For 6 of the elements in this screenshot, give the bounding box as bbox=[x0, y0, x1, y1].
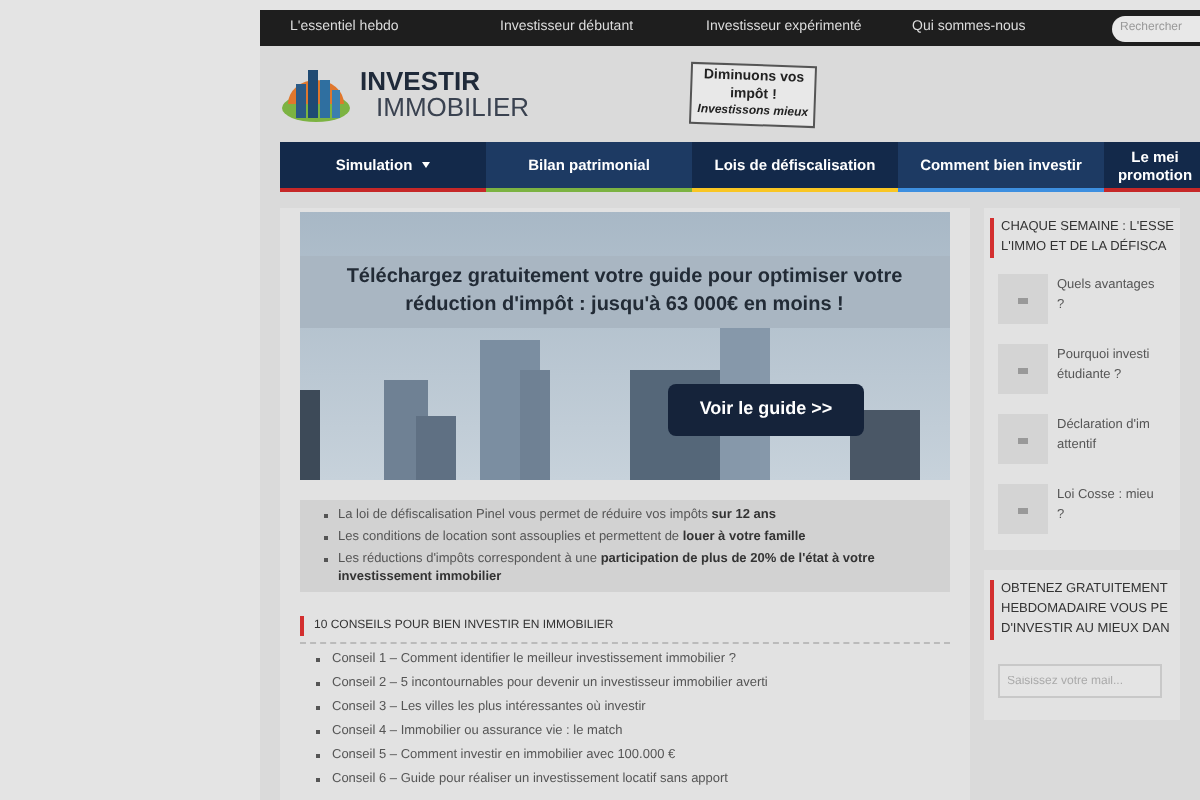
guide-button[interactable]: Voir le guide >> bbox=[668, 384, 864, 436]
city-logo-icon bbox=[280, 64, 352, 124]
logo-title: INVESTIR bbox=[360, 68, 482, 94]
logo-subtitle: IMMOBILIER bbox=[376, 94, 530, 120]
caret-icon bbox=[422, 162, 431, 168]
hero-headline: Téléchargez gratuitement votre guide pour optimiser votre réduction d'impôt : jusqu'à 63 000€ en moins ! bbox=[344, 264, 905, 320]
